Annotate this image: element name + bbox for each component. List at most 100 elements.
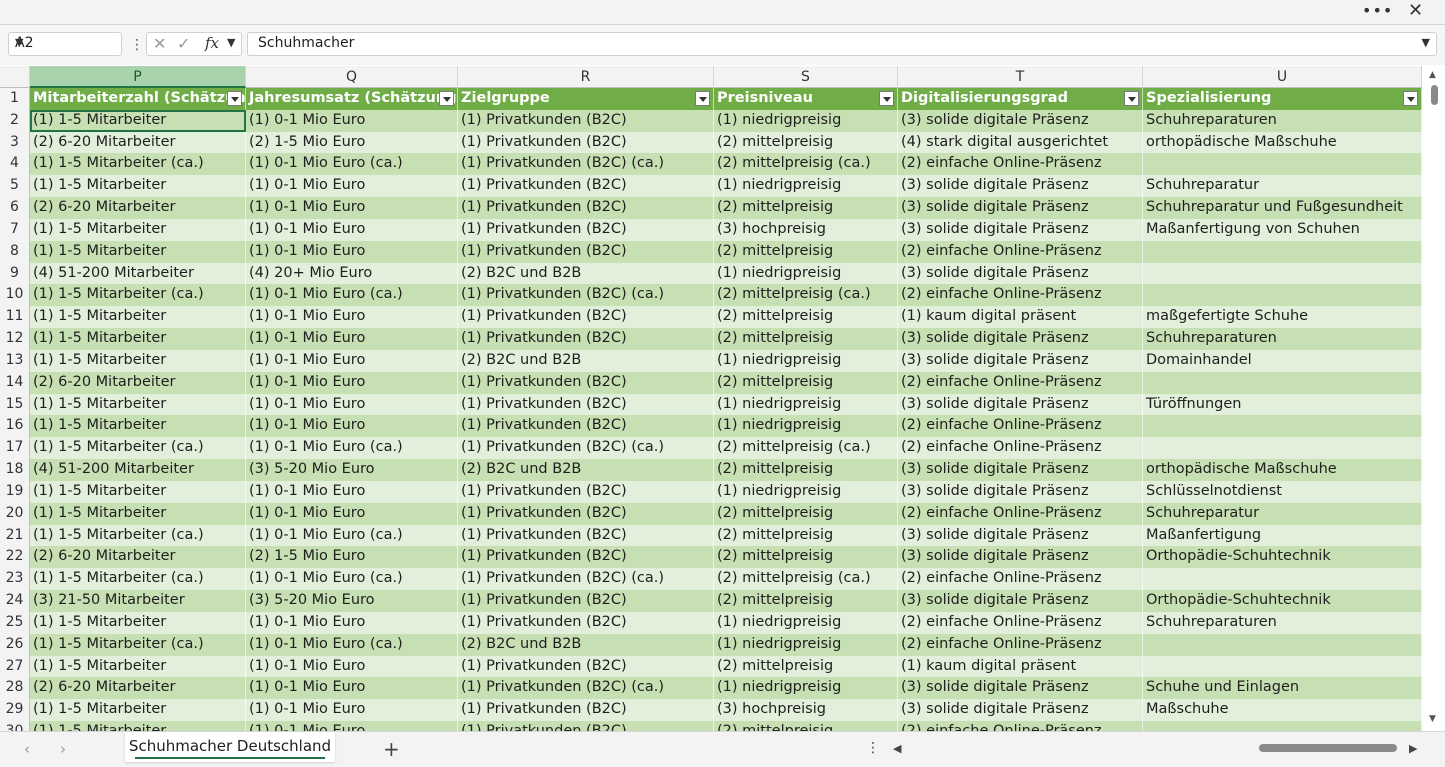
- table-cell[interactable]: [1143, 240, 1422, 263]
- table-cell[interactable]: (1) 1-5 Mitarbeiter (ca.): [30, 153, 246, 176]
- filter-dropdown-icon[interactable]: [1124, 91, 1139, 106]
- table-cell[interactable]: (2) einfache Online-Präsenz: [898, 371, 1143, 394]
- table-cell[interactable]: (1) Privatkunden (B2C): [458, 502, 714, 525]
- table-cell[interactable]: (3) solide digitale Präsenz: [898, 109, 1143, 132]
- table-cell[interactable]: (2) 6-20 Mitarbeiter: [30, 546, 246, 569]
- table-header-cell[interactable]: Zielgruppe: [458, 88, 714, 110]
- table-header-cell[interactable]: Jahresumsatz (Schätzung): [246, 88, 458, 110]
- column-header-u[interactable]: U: [1143, 66, 1422, 88]
- table-cell[interactable]: maßgefertigte Schuhe: [1143, 306, 1422, 329]
- table-cell[interactable]: (1) Privatkunden (B2C): [458, 197, 714, 219]
- table-cell[interactable]: orthopädische Maßschuhe: [1143, 131, 1422, 154]
- table-cell[interactable]: (2) mittelpreisig: [714, 328, 898, 350]
- table-cell[interactable]: (1) kaum digital präsent: [898, 306, 1143, 329]
- table-cell[interactable]: (1) 0-1 Mio Euro: [246, 197, 458, 219]
- table-cell[interactable]: [1143, 568, 1422, 591]
- table-cell[interactable]: (2) einfache Online-Präsenz: [898, 240, 1143, 263]
- table-cell[interactable]: [1143, 633, 1422, 656]
- table-cell[interactable]: (1) 1-5 Mitarbeiter: [30, 393, 246, 416]
- row-number[interactable]: 21: [0, 524, 30, 547]
- row-number[interactable]: 13: [0, 349, 30, 372]
- table-cell[interactable]: (3) 21-50 Mitarbeiter: [30, 590, 246, 612]
- row-number[interactable]: 17: [0, 437, 30, 460]
- column-header-s[interactable]: S: [714, 66, 898, 88]
- row-number[interactable]: 1: [0, 88, 30, 110]
- table-cell[interactable]: (4) 51-200 Mitarbeiter: [30, 262, 246, 285]
- table-cell[interactable]: (2) mittelpreisig: [714, 721, 898, 731]
- table-cell[interactable]: (4) 51-200 Mitarbeiter: [30, 459, 246, 481]
- column-header-q[interactable]: Q: [246, 66, 458, 88]
- table-cell[interactable]: (1) 0-1 Mio Euro: [246, 502, 458, 525]
- vertical-scroll-thumb[interactable]: [1431, 85, 1438, 105]
- table-cell[interactable]: (1) niedrigpreisig: [714, 393, 898, 416]
- prev-sheet-icon[interactable]: ‹: [24, 740, 30, 758]
- table-header-cell[interactable]: Preisniveau: [714, 88, 898, 110]
- table-cell[interactable]: Schuhreparatur: [1143, 175, 1422, 198]
- table-cell[interactable]: (1) Privatkunden (B2C): [458, 480, 714, 503]
- sheet-options-icon[interactable]: ⋮: [866, 740, 880, 756]
- scroll-up-icon[interactable]: ▲: [1429, 70, 1436, 80]
- table-cell[interactable]: (1) 1-5 Mitarbeiter: [30, 175, 246, 198]
- table-cell[interactable]: Schuhe und Einlagen: [1143, 677, 1422, 700]
- row-number[interactable]: 24: [0, 590, 30, 612]
- table-cell[interactable]: (1) 0-1 Mio Euro (ca.): [246, 153, 458, 176]
- table-cell[interactable]: (2) 6-20 Mitarbeiter: [30, 197, 246, 219]
- table-cell[interactable]: (2) 6-20 Mitarbeiter: [30, 131, 246, 154]
- table-cell[interactable]: (2) mittelpreisig: [714, 197, 898, 219]
- table-cell[interactable]: (2) einfache Online-Präsenz: [898, 721, 1143, 731]
- column-header-t[interactable]: T: [898, 66, 1143, 88]
- table-cell[interactable]: (1) Privatkunden (B2C): [458, 328, 714, 350]
- table-cell[interactable]: (1) 0-1 Mio Euro: [246, 480, 458, 503]
- table-cell[interactable]: (1) Privatkunden (B2C): [458, 371, 714, 394]
- table-cell[interactable]: (1) 1-5 Mitarbeiter: [30, 306, 246, 329]
- table-cell[interactable]: (3) hochpreisig: [714, 699, 898, 722]
- table-cell[interactable]: [1143, 415, 1422, 438]
- table-cell[interactable]: (1) 0-1 Mio Euro (ca.): [246, 568, 458, 591]
- scroll-left-icon[interactable]: ◀: [893, 742, 901, 755]
- table-cell[interactable]: Schuhreparaturen: [1143, 109, 1422, 132]
- table-cell[interactable]: (1) niedrigpreisig: [714, 677, 898, 700]
- row-number[interactable]: 19: [0, 480, 30, 503]
- row-number[interactable]: 25: [0, 611, 30, 634]
- cancel-icon[interactable]: ✕: [153, 34, 166, 53]
- table-cell[interactable]: (1) 1-5 Mitarbeiter: [30, 655, 246, 678]
- table-cell[interactable]: (3) solide digitale Präsenz: [898, 197, 1143, 219]
- table-header-cell[interactable]: Mitarbeiterzahl (Schätzung): [30, 88, 246, 110]
- table-cell[interactable]: [1143, 153, 1422, 176]
- table-cell[interactable]: (4) stark digital ausgerichtet: [898, 131, 1143, 154]
- table-cell[interactable]: (1) Privatkunden (B2C): [458, 240, 714, 263]
- filter-dropdown-icon[interactable]: [227, 91, 242, 106]
- formula-input[interactable]: Schuhmacher ▼: [247, 32, 1437, 56]
- table-cell[interactable]: (1) Privatkunden (B2C) (ca.): [458, 677, 714, 700]
- table-cell[interactable]: (1) niedrigpreisig: [714, 175, 898, 198]
- table-cell[interactable]: (1) niedrigpreisig: [714, 262, 898, 285]
- table-cell[interactable]: (1) 1-5 Mitarbeiter: [30, 240, 246, 263]
- table-cell[interactable]: (2) mittelpreisig: [714, 240, 898, 263]
- table-cell[interactable]: (1) 0-1 Mio Euro: [246, 240, 458, 263]
- row-number[interactable]: 3: [0, 131, 30, 154]
- table-cell[interactable]: (3) solide digitale Präsenz: [898, 524, 1143, 547]
- vertical-scrollbar[interactable]: ▲ ▼: [1423, 66, 1445, 731]
- table-cell[interactable]: (1) 1-5 Mitarbeiter: [30, 502, 246, 525]
- enter-icon[interactable]: ✓: [177, 34, 190, 53]
- table-cell[interactable]: (2) mittelpreisig: [714, 131, 898, 154]
- spreadsheet-grid[interactable]: P Q R S T U 1 Mitarbeiterzahl (Schätzung) Jahres…: [0, 66, 1422, 731]
- table-cell[interactable]: (3) solide digitale Präsenz: [898, 349, 1143, 372]
- table-cell[interactable]: (1) 1-5 Mitarbeiter: [30, 109, 246, 132]
- select-all-corner[interactable]: [0, 66, 30, 88]
- table-cell[interactable]: (1) Privatkunden (B2C): [458, 611, 714, 634]
- more-options-icon[interactable]: •••: [1362, 1, 1393, 20]
- table-cell[interactable]: (1) 1-5 Mitarbeiter: [30, 721, 246, 731]
- table-cell[interactable]: Schuhreparatur: [1143, 502, 1422, 525]
- table-cell[interactable]: (1) niedrigpreisig: [714, 611, 898, 634]
- table-cell[interactable]: (1) 0-1 Mio Euro: [246, 218, 458, 241]
- row-number[interactable]: 9: [0, 262, 30, 285]
- row-number[interactable]: 14: [0, 371, 30, 394]
- row-number[interactable]: 18: [0, 459, 30, 481]
- table-cell[interactable]: (1) 0-1 Mio Euro: [246, 349, 458, 372]
- row-number[interactable]: 30: [0, 721, 30, 731]
- table-cell[interactable]: (2) mittelpreisig: [714, 371, 898, 394]
- table-cell[interactable]: (1) Privatkunden (B2C) (ca.): [458, 284, 714, 307]
- row-number[interactable]: 2: [0, 109, 30, 132]
- table-cell[interactable]: (2) B2C und B2B: [458, 349, 714, 372]
